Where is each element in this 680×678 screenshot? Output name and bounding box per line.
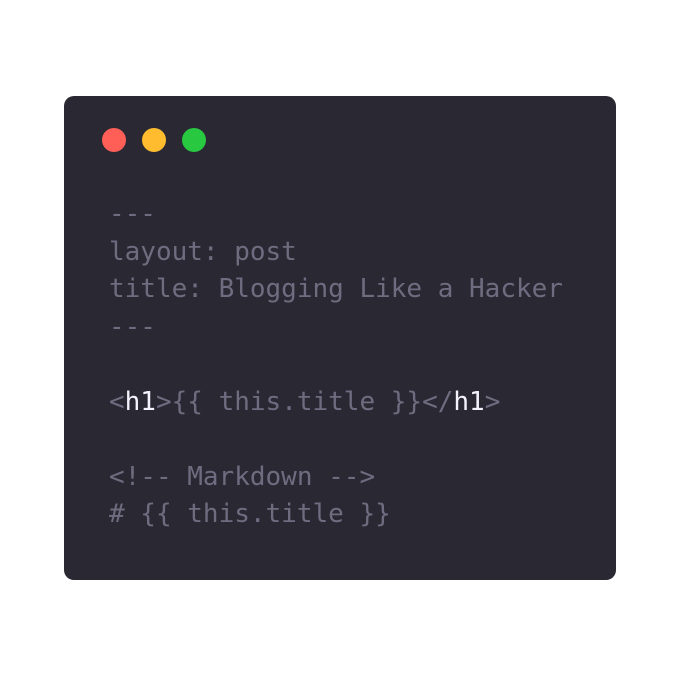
code-line-h1: <h1>{{ this.title }}</h1> — [109, 384, 563, 422]
window-controls — [102, 128, 206, 152]
minimize-dot-icon[interactable] — [142, 128, 166, 152]
code-line-comment: <!-- Markdown --> — [109, 461, 376, 492]
code-line-title: title: Blogging Like a Hacker — [109, 274, 563, 304]
code-line-markdown-heading: # {{ this.title }} — [109, 499, 391, 529]
code-punct-gt: > — [484, 386, 501, 417]
code-punct-lt: < — [109, 386, 125, 417]
code-tag-h1-open: h1 — [124, 386, 156, 417]
maximize-dot-icon[interactable] — [182, 128, 206, 152]
code-line-layout: layout: post — [109, 236, 297, 267]
code-line-frontmatter-open: --- — [109, 199, 156, 229]
code-h1-content: >{{ this.title }}</ — [155, 386, 454, 417]
close-dot-icon[interactable] — [102, 128, 126, 152]
code-line-frontmatter-close: --- — [109, 311, 156, 342]
code-tag-h1-close: h1 — [453, 386, 485, 417]
code-window: --- layout: post title: Blogging Like a Ha… — [64, 96, 616, 580]
code-block: --- layout: post title: Blogging Like a Ha… — [109, 196, 563, 534]
